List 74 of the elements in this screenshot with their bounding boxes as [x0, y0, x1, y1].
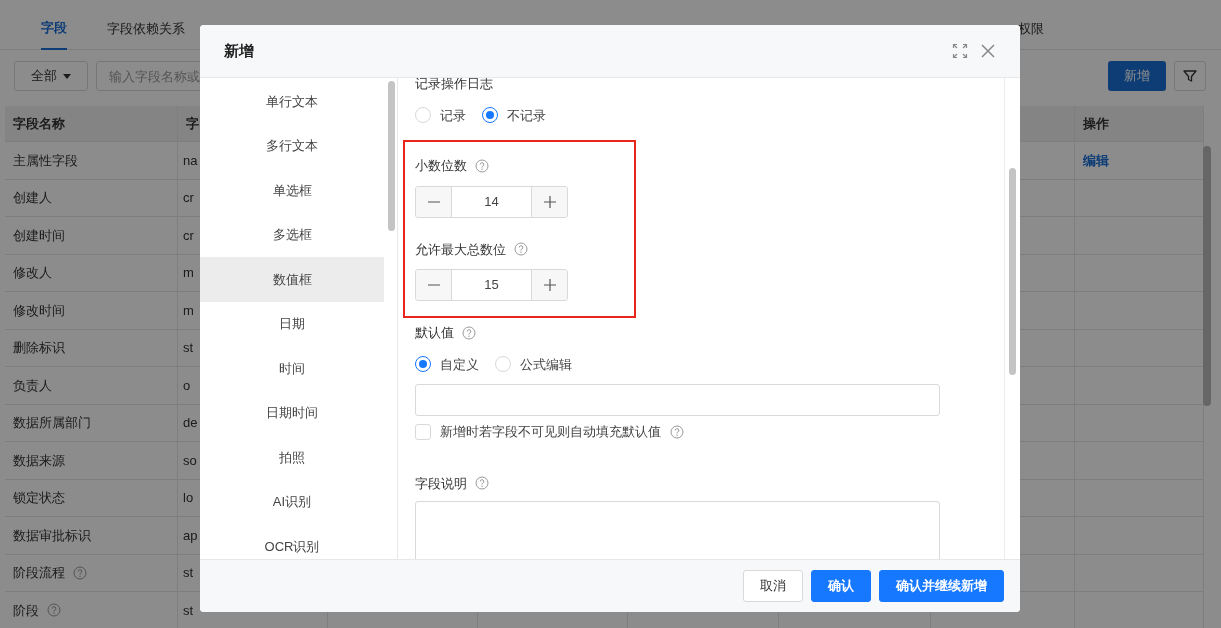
scrollbar[interactable]: [1009, 168, 1016, 375]
field-type-item[interactable]: 日期时间: [200, 390, 384, 435]
field-type-item[interactable]: 数值框: [200, 257, 384, 302]
radio-label: 自定义: [440, 355, 479, 374]
table-cell-text: 修改时间: [13, 301, 65, 320]
column-header: 字段名称: [5, 106, 178, 141]
dialog-title: 新增: [224, 40, 254, 61]
plus-icon[interactable]: [543, 279, 556, 291]
help-icon: [475, 476, 489, 491]
field-label: 小数位数: [415, 157, 467, 175]
table-cell-text: 阶段流程: [13, 564, 65, 582]
tab[interactable]: 字段依赖关系: [107, 7, 185, 50]
field-label: 允许最大总数位: [415, 240, 506, 259]
expand-icon[interactable]: [952, 43, 968, 59]
field-type-item[interactable]: 单选框: [200, 168, 384, 213]
help-icon: [514, 242, 528, 257]
table-cell-text: so: [183, 451, 197, 470]
field-type-item[interactable]: 时间: [200, 346, 384, 391]
filter-icon: [1182, 68, 1198, 84]
help-icon: [73, 565, 87, 580]
scrollbar[interactable]: [388, 81, 395, 231]
table-cell-text: cr: [183, 189, 194, 207]
text-field[interactable]: [415, 384, 940, 416]
table-cell-text: 主属性字段: [13, 151, 78, 170]
number-stepper[interactable]: 15: [415, 269, 568, 301]
table-cell-text: 数据审批标识: [13, 526, 91, 545]
help-icon: [670, 424, 684, 439]
table-cell-text: ap: [183, 526, 198, 545]
caret-icon: [63, 73, 71, 79]
checkbox[interactable]: [415, 423, 431, 440]
table-cell-text: m: [183, 301, 194, 320]
scrollbar[interactable]: [1203, 146, 1211, 406]
help-icon: [462, 325, 476, 340]
field-type-item[interactable]: 日期: [200, 301, 384, 346]
field-label: 字段说明: [415, 474, 467, 493]
table-cell-text: st: [183, 564, 194, 582]
field-type-item[interactable]: OCR识别: [200, 524, 384, 559]
table-cell-text: 修改人: [13, 264, 52, 282]
table-cell-text: 创建时间: [13, 226, 65, 245]
filter-button[interactable]: [1174, 61, 1206, 91]
dialog-button[interactable]: 确认: [811, 570, 871, 602]
table-cell-text: 数据来源: [13, 451, 65, 470]
table-cell-text: 删除标识: [13, 339, 65, 357]
table-cell-text: 创建人: [13, 189, 52, 207]
table-cell-text: na: [183, 151, 198, 170]
table-cell-text: de: [183, 414, 198, 432]
table-cell-text: 负责人: [13, 376, 52, 395]
field-type-item[interactable]: 多选框: [200, 212, 384, 257]
scope-dropdown[interactable]: 全部: [14, 61, 88, 91]
checkbox-label: 新增时若字段不可见则自动填充默认值: [440, 423, 661, 441]
help-icon: [47, 603, 61, 618]
table-cell-text: st: [183, 601, 194, 620]
field-type-item[interactable]: 拍照: [200, 435, 384, 480]
table-cell-text: 数据所属部门: [13, 414, 91, 432]
table-cell-text: st: [183, 339, 194, 357]
field-type-item[interactable]: AI识别: [200, 479, 384, 524]
field-label: 默认值: [415, 324, 454, 342]
plus-icon[interactable]: [543, 195, 556, 208]
table-cell-text: m: [183, 264, 194, 282]
table-cell-text: lo: [183, 489, 194, 507]
field-label: 记录操作日志: [415, 78, 493, 93]
table-cell-text: cr: [183, 226, 194, 245]
number-stepper[interactable]: 14: [415, 185, 568, 218]
column-header: 操作: [1075, 106, 1204, 141]
dialog-button[interactable]: 确认并继续新增: [879, 570, 1004, 602]
dialog-button[interactable]: 取消: [743, 570, 803, 602]
radio-label: 记录: [440, 106, 466, 125]
table-cell-text: 阶段: [13, 601, 39, 620]
radio-label: 公式编辑: [520, 355, 572, 374]
help-icon: [475, 158, 489, 173]
close-icon[interactable]: [980, 43, 996, 59]
radio-label: 不记录: [507, 106, 546, 125]
table-cell-text: o: [183, 376, 191, 395]
table-cell-text: 锁定状态: [13, 489, 65, 507]
